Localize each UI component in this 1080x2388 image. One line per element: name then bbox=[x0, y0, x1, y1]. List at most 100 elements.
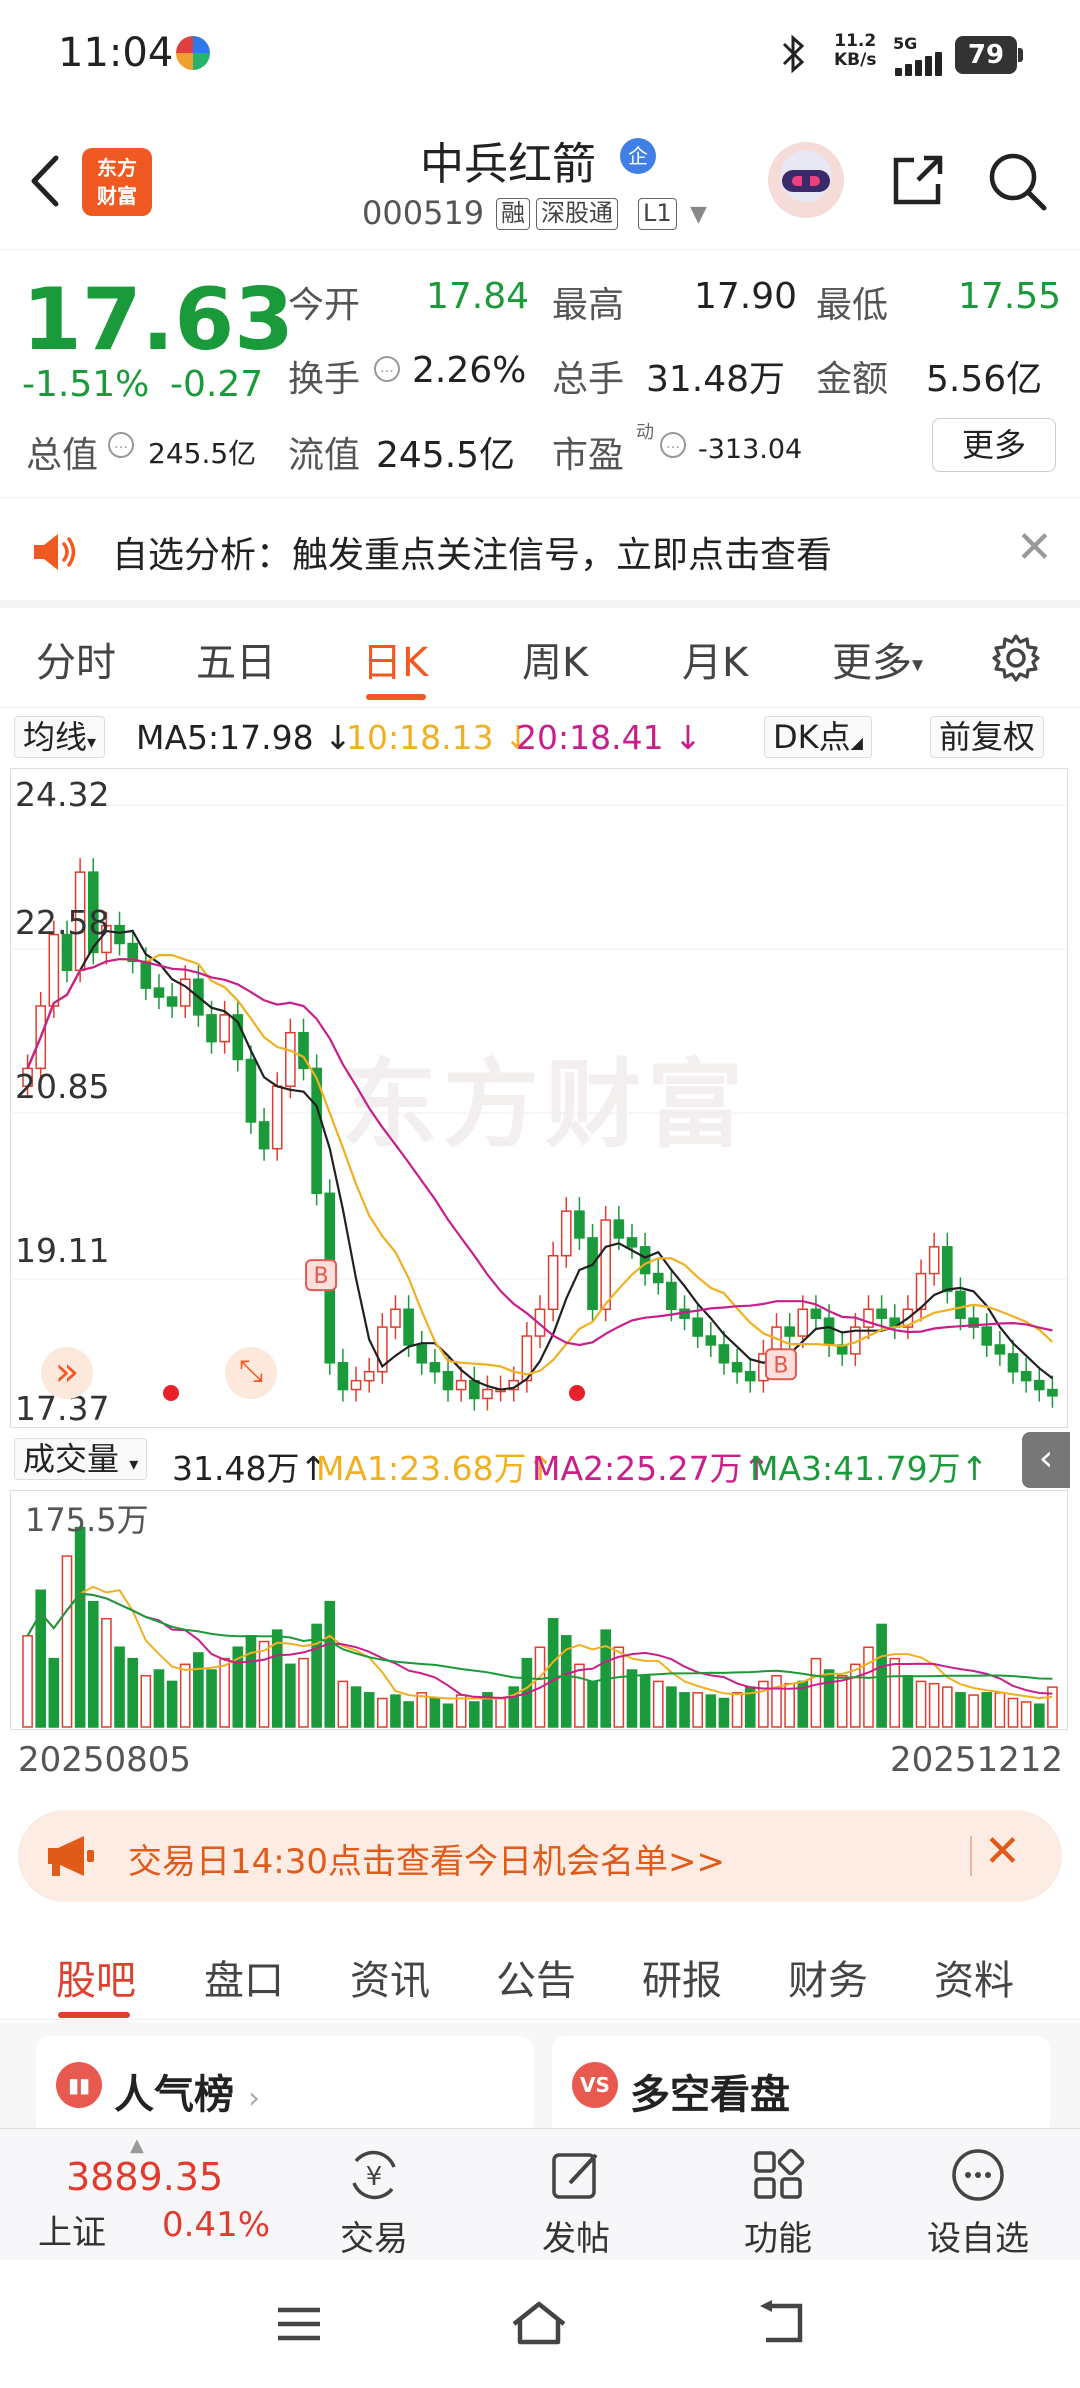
opportunity-banner[interactable]: 交易日14:30点击查看今日机会名单>> ✕ bbox=[18, 1810, 1062, 1902]
candle bbox=[666, 1281, 677, 1311]
menu-icon[interactable] bbox=[274, 2304, 324, 2344]
active-tab-indicator bbox=[366, 694, 426, 700]
float-mv-value: 245.5亿 bbox=[376, 435, 516, 476]
tab-minute[interactable]: 分时 bbox=[36, 630, 116, 688]
tab-research[interactable]: 研报 bbox=[642, 1948, 722, 2006]
tab-news[interactable]: 资讯 bbox=[350, 1948, 430, 2006]
adjust-button[interactable]: 前复权 bbox=[930, 716, 1045, 758]
network-speed-unit: KB/s bbox=[834, 50, 877, 70]
caret-down-icon: ▾ bbox=[87, 732, 97, 753]
volume-bar bbox=[574, 1663, 585, 1728]
close-icon[interactable]: ✕ bbox=[1016, 522, 1053, 573]
info-icon[interactable]: … bbox=[374, 356, 400, 382]
pe-label: 市盈 bbox=[552, 435, 625, 476]
scroll-left-icon[interactable]: » bbox=[41, 1347, 93, 1399]
network-type: 5G bbox=[893, 34, 918, 53]
back-nav-icon[interactable] bbox=[752, 2300, 808, 2346]
volume-bar bbox=[692, 1692, 703, 1728]
home-icon[interactable] bbox=[508, 2298, 570, 2348]
volume-legend-bar: 成交量 ▾ 31.48万↑ MA1:23.68万↑ MA2:25.27万↑ MA… bbox=[0, 1430, 1080, 1490]
ma-legend-bar: 均线▾ MA5:17.98 ↓ 10:18.13 ↓ 20:18.41 ↓ DK… bbox=[0, 712, 1080, 762]
volume-bar bbox=[1020, 1701, 1032, 1728]
stock-name: 中兵红箭 bbox=[420, 139, 596, 190]
candle bbox=[1007, 1353, 1019, 1373]
volume-bar bbox=[587, 1680, 598, 1728]
network-speed: 11.2 KB/s bbox=[834, 32, 876, 70]
back-icon[interactable] bbox=[22, 146, 72, 216]
popularity-card[interactable]: ▮▮ 人气榜 › bbox=[36, 2036, 534, 2136]
volume-bar bbox=[87, 1600, 99, 1728]
info-icon[interactable]: … bbox=[108, 432, 134, 458]
tab-more-label: 更多 bbox=[832, 640, 912, 686]
float-mv-label: 流值 bbox=[288, 435, 361, 476]
ma-selector-button[interactable]: 均线▾ bbox=[14, 716, 106, 758]
share-icon[interactable] bbox=[888, 150, 948, 210]
kline-chart[interactable]: 东方财富 BB 24.32 22.58 20.85 19.11 17.37 » … bbox=[10, 768, 1069, 1428]
index-name[interactable]: 上证 bbox=[38, 2205, 106, 2254]
candle bbox=[258, 1121, 270, 1150]
candle bbox=[179, 978, 191, 1007]
candle bbox=[574, 1210, 585, 1239]
tab-daily-k[interactable]: 日K bbox=[362, 630, 428, 688]
candle bbox=[482, 1388, 493, 1400]
tab-monthly-k[interactable]: 月K bbox=[682, 630, 748, 688]
more-circle-icon bbox=[952, 2149, 1004, 2201]
high-label: 最高 bbox=[552, 285, 625, 326]
volume-bar bbox=[350, 1686, 362, 1728]
ai-assistant-icon[interactable] bbox=[768, 142, 844, 218]
search-icon[interactable] bbox=[986, 150, 1048, 212]
dk-point-button[interactable]: DK点◢ bbox=[764, 716, 872, 758]
indicator-selector-button[interactable]: 成交量 ▾ bbox=[14, 1438, 148, 1480]
volume-chart[interactable]: 175.5万 bbox=[10, 1490, 1068, 1730]
analysis-alert[interactable]: 自选分析：触发重点关注信号，立即点击查看 ✕ bbox=[0, 500, 1080, 600]
bottom-nav: ▲ 3889.35 上证 0.41% ¥ 交易 发帖 功能 设自选 bbox=[0, 2128, 1080, 2260]
tab-announcements[interactable]: 公告 bbox=[496, 1948, 576, 2006]
volume-bar bbox=[35, 1589, 47, 1728]
gear-icon[interactable] bbox=[990, 632, 1042, 684]
open-label: 今开 bbox=[288, 285, 361, 326]
index-value[interactable]: 3889.35 bbox=[66, 2155, 223, 2199]
tab-pankou[interactable]: 盘口 bbox=[204, 1948, 284, 2006]
pe-superscript: 动 bbox=[636, 422, 654, 443]
tab-finance[interactable]: 财务 bbox=[788, 1948, 868, 2006]
nav-watchlist-label: 设自选 bbox=[927, 2219, 1029, 2259]
close-icon[interactable]: ✕ bbox=[984, 1826, 1021, 1877]
volume-bar bbox=[784, 1682, 795, 1728]
ma20-text: 20:18.41 bbox=[516, 718, 664, 757]
nav-functions[interactable]: 功能 bbox=[718, 2139, 838, 2259]
index-change[interactable]: 0.41% bbox=[162, 2205, 270, 2245]
volume-bar bbox=[1033, 1703, 1045, 1728]
tab-profile[interactable]: 资料 bbox=[934, 1948, 1014, 2006]
volume-bar bbox=[390, 1694, 401, 1728]
tab-five-day[interactable]: 五日 bbox=[196, 630, 276, 688]
candle bbox=[941, 1246, 953, 1293]
ma5-text: MA5:17.98 bbox=[136, 718, 314, 757]
ma-line bbox=[26, 957, 1053, 1347]
status-time: 11:04 bbox=[58, 30, 174, 76]
more-quote-button[interactable]: 更多 bbox=[932, 418, 1056, 472]
turnover-value: 2.26% bbox=[412, 350, 527, 391]
ma5-value: MA5:17.98 ↓ bbox=[136, 718, 352, 757]
tab-guba[interactable]: 股吧 bbox=[56, 1948, 136, 2006]
nav-watchlist[interactable]: 设自选 bbox=[918, 2139, 1038, 2259]
volume-bar bbox=[74, 1526, 86, 1728]
candle bbox=[114, 924, 125, 945]
candle bbox=[166, 996, 178, 1007]
collapse-panel-icon[interactable]: ‹ bbox=[1022, 1432, 1070, 1488]
fullscreen-icon[interactable]: ⤡ bbox=[225, 1347, 277, 1399]
candle bbox=[1020, 1370, 1032, 1382]
caret-down-icon: ▾ bbox=[912, 652, 924, 678]
tab-more[interactable]: 更多▾ bbox=[832, 630, 923, 688]
volume-bar bbox=[810, 1657, 822, 1728]
tab-weekly-k[interactable]: 周K bbox=[522, 630, 588, 688]
candle bbox=[823, 1317, 835, 1346]
nav-post[interactable]: 发帖 bbox=[516, 2139, 636, 2259]
nav-trade[interactable]: ¥ 交易 bbox=[314, 2139, 434, 2259]
info-icon[interactable]: … bbox=[660, 432, 686, 458]
longshort-card[interactable]: VS 多空看盘 bbox=[552, 2036, 1050, 2136]
candle bbox=[363, 1370, 375, 1382]
tag-dropdown-icon[interactable]: ▼ bbox=[690, 202, 707, 227]
end-date: 20251212 bbox=[890, 1740, 1064, 1780]
candle bbox=[350, 1379, 362, 1391]
candle bbox=[442, 1370, 454, 1391]
